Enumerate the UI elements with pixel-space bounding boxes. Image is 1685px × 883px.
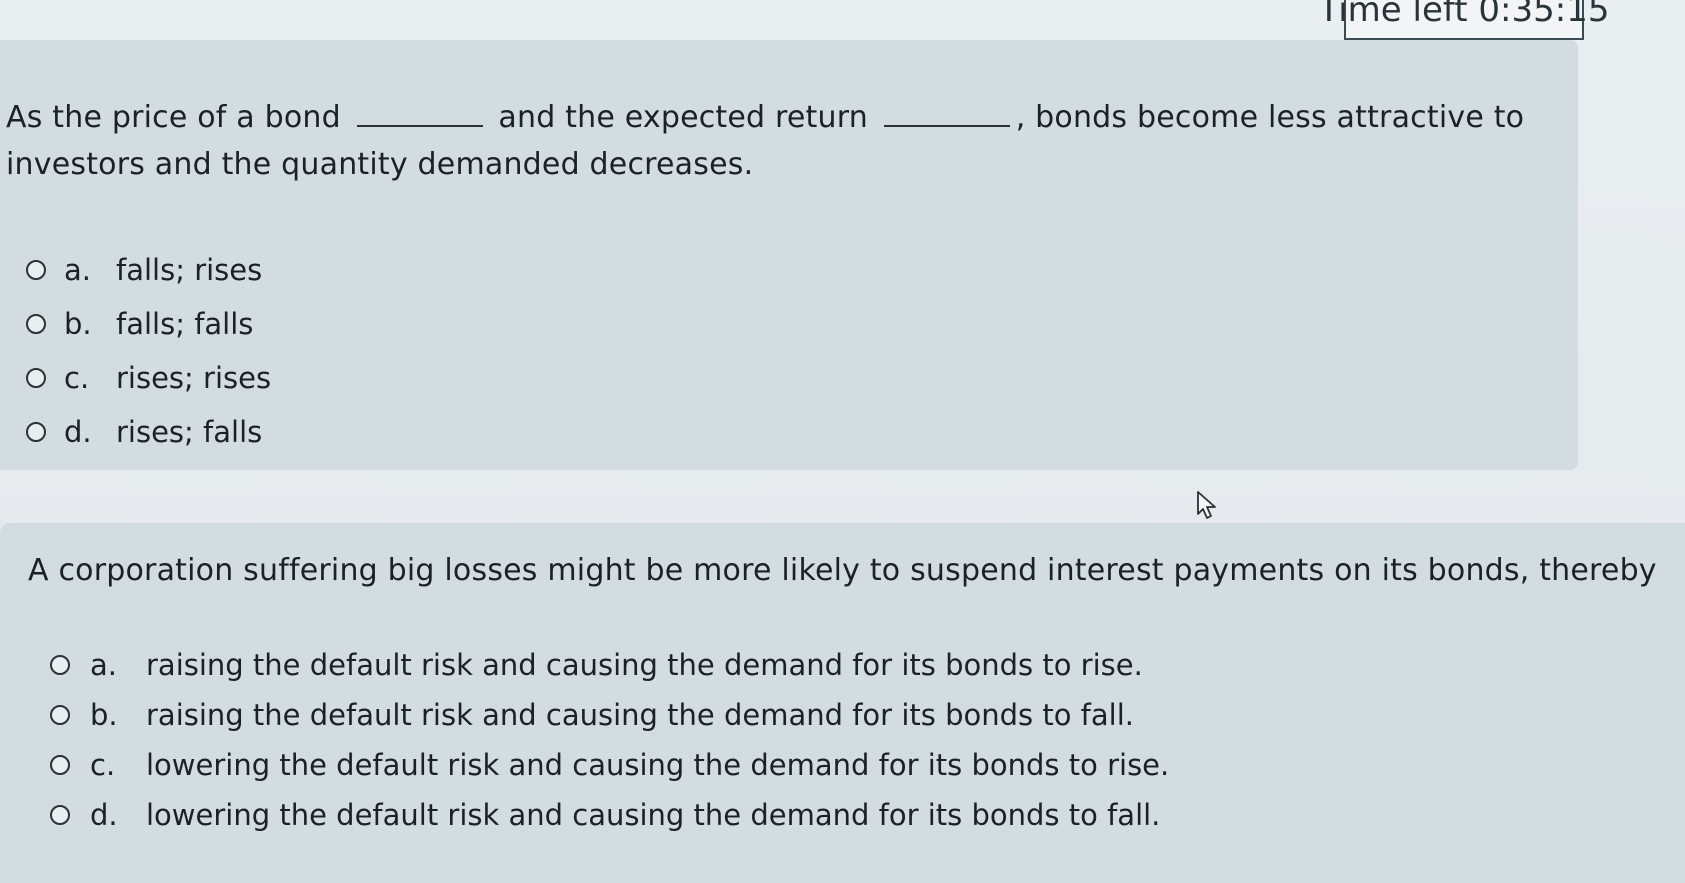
option-letter: c.: [64, 361, 90, 395]
question-1-option-d[interactable]: d. rises; falls: [26, 405, 271, 459]
radio-unselected-icon[interactable]: [50, 655, 70, 675]
option-letter: b.: [90, 698, 118, 732]
question-1-option-a[interactable]: a. falls; rises: [26, 243, 271, 297]
blank-1: [356, 103, 483, 127]
question-1-option-b[interactable]: b. falls; falls: [26, 297, 271, 351]
question-2-options: a. raising the default risk and causing …: [50, 640, 1169, 840]
question-card-1: As the price of a bond and the expected …: [0, 40, 1578, 470]
radio-unselected-icon[interactable]: [26, 260, 46, 280]
question-1-text-part-1: As the price of a bond: [6, 100, 341, 135]
quiz-page: Time left 0:35:15 As the price of a bond…: [0, 0, 1685, 883]
option-letter: c.: [90, 748, 116, 782]
option-letter: a.: [90, 648, 117, 682]
question-1-text-part-3: , bonds become less attractive to: [1015, 100, 1525, 135]
question-2-option-d[interactable]: d. lowering the default risk and causing…: [50, 790, 1169, 840]
question-1-options: a. falls; rises b. falls; falls c. rises…: [26, 243, 271, 459]
option-text: rises; falls: [116, 415, 263, 449]
blank-2: [883, 103, 1010, 127]
question-2-text: A corporation suffering big losses might…: [28, 553, 1657, 588]
option-letter: d.: [64, 415, 92, 449]
question-2-option-a[interactable]: a. raising the default risk and causing …: [50, 640, 1169, 690]
time-left-label: Time left 0:35:15: [1318, 0, 1610, 30]
option-text: raising the default risk and causing the…: [146, 648, 1143, 682]
option-text: lowering the default risk and causing th…: [146, 798, 1161, 832]
question-2-option-c[interactable]: c. lowering the default risk and causing…: [50, 740, 1169, 790]
time-left-indicator: Time left 0:35:15: [1319, 0, 1609, 40]
question-1-line-2: investors and the quantity demanded decr…: [6, 147, 754, 182]
question-card-2: A corporation suffering big losses might…: [0, 523, 1685, 883]
option-text: raising the default risk and causing the…: [146, 698, 1134, 732]
radio-unselected-icon[interactable]: [50, 805, 70, 825]
option-text: falls; rises: [116, 253, 263, 287]
option-letter: b.: [64, 307, 92, 341]
question-1-line-1: As the price of a bond and the expected …: [6, 94, 1524, 141]
option-text: rises; rises: [116, 361, 272, 395]
question-1-option-c[interactable]: c. rises; rises: [26, 351, 271, 405]
question-1-text-part-2: and the expected return: [498, 100, 868, 135]
option-text: falls; falls: [116, 307, 254, 341]
option-text: lowering the default risk and causing th…: [146, 748, 1170, 782]
radio-unselected-icon[interactable]: [26, 422, 46, 442]
radio-unselected-icon[interactable]: [50, 755, 70, 775]
question-2-option-b[interactable]: b. raising the default risk and causing …: [50, 690, 1169, 740]
option-letter: a.: [64, 253, 91, 287]
radio-unselected-icon[interactable]: [26, 314, 46, 334]
radio-unselected-icon[interactable]: [50, 705, 70, 725]
option-letter: d.: [90, 798, 118, 832]
question-1-text: As the price of a bond and the expected …: [6, 94, 1524, 188]
radio-unselected-icon[interactable]: [26, 368, 46, 388]
mouse-pointer-icon: [1197, 491, 1216, 519]
